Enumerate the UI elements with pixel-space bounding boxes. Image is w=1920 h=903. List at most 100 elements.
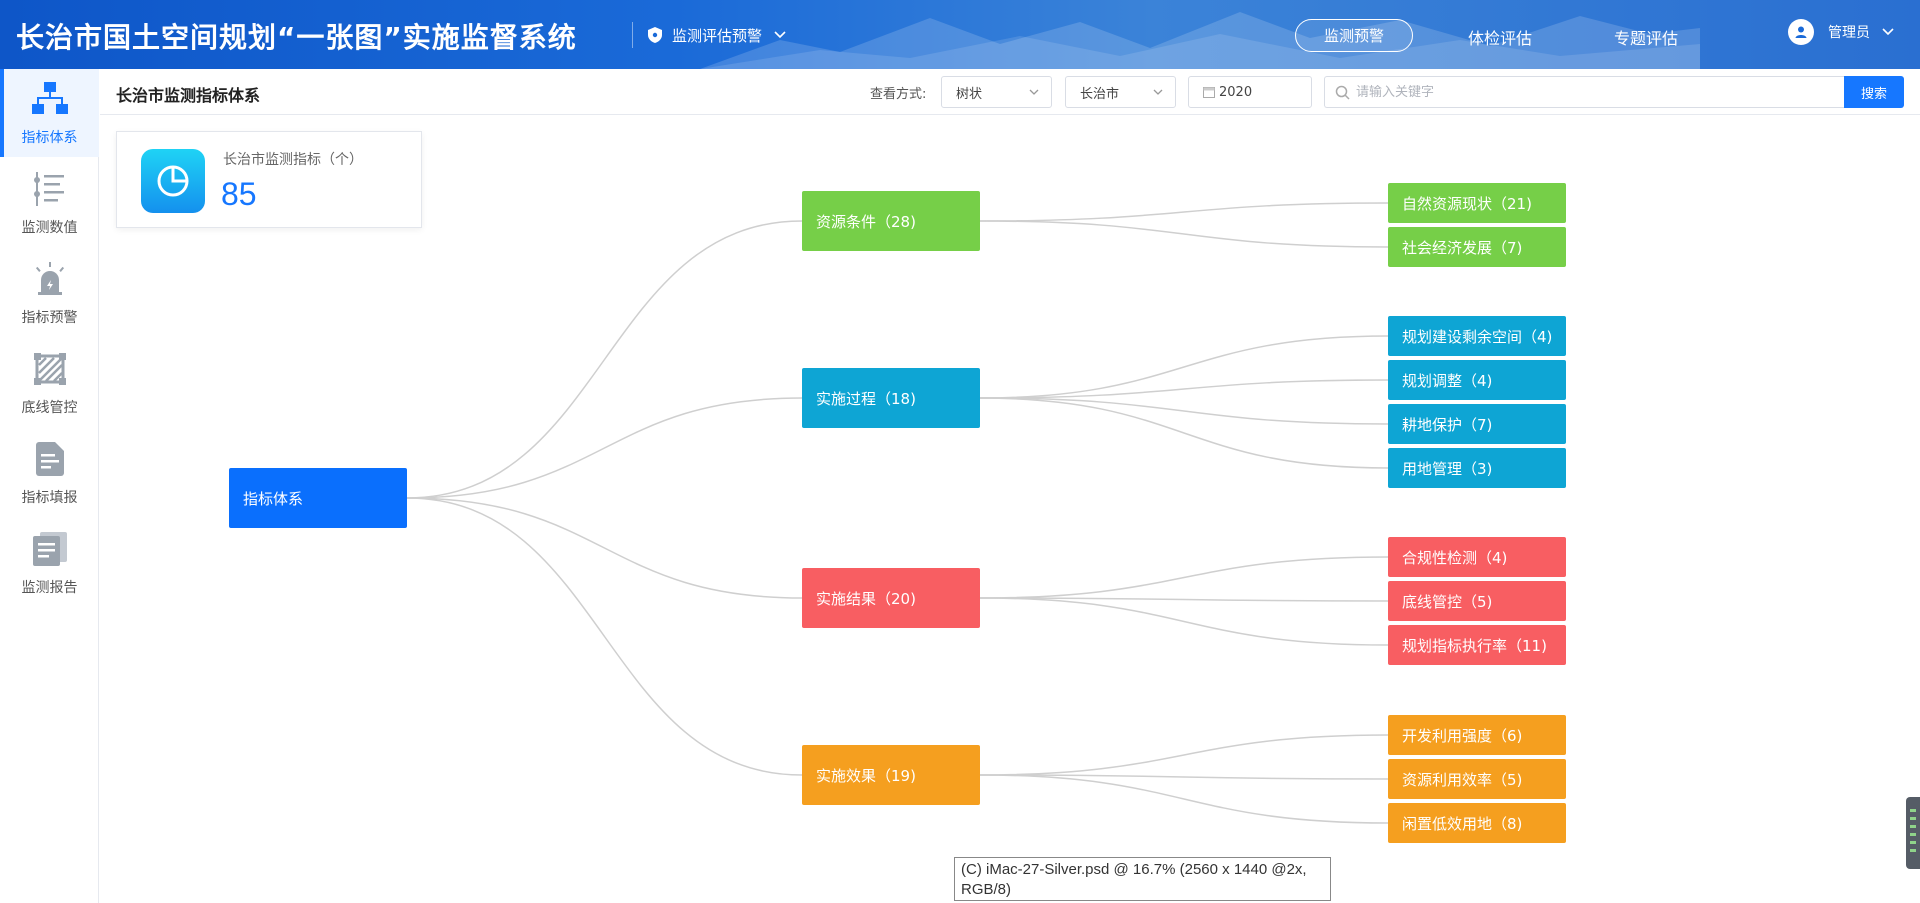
view-mode-label: 查看方式: [870,87,927,102]
tree-connector [979,774,1389,780]
sidebar-item-label: 监测报告 [21,580,78,596]
chevron-down-icon [1153,89,1163,95]
mountain-backdrop [700,12,1700,69]
nav-tab-thematic-assessment[interactable]: 专题评估 [1614,25,1678,49]
edge-scroll-handle[interactable] [1906,797,1920,869]
tree-connector [406,497,803,776]
tree-connector [979,220,1389,248]
top-header: 长治市国土空间规划“一张图”实施监督系统 监测评估预警 监测预警 体检评估 专题… [0,0,1920,69]
tree-node-label: 用地管理（3) [1402,459,1493,478]
user-menu[interactable]: 管理员 [1788,19,1894,45]
toolbar: 长治市监测指标体系 查看方式: 树状 长治市 2020 搜索 [100,69,1920,115]
tree-node-label: 规划调整（4) [1402,371,1493,390]
tree-connector [979,556,1389,599]
tree-connector [979,597,1389,646]
tree-connector [979,397,1389,469]
chevron-down-icon [1882,28,1894,36]
tree-node-implementation-results[interactable]: 实施结果（20) [802,568,980,628]
sidebar-item-indicator-system[interactable]: 指标体系 [0,69,99,157]
tree-leaf-node[interactable]: 合规性检测（4) [1388,537,1566,577]
search-button[interactable]: 搜索 [1844,76,1904,108]
tree-leaf-node[interactable]: 规划调整（4) [1388,360,1566,400]
tree-node-label: 资源利用效率（5) [1402,770,1523,789]
sidebar-item-indicator-fill[interactable]: 指标填报 [0,429,99,517]
tree-leaf-node[interactable]: 资源利用效率（5) [1388,759,1566,799]
report-icon [32,531,68,567]
chevron-down-icon [1029,89,1039,95]
tree-node-resource-conditions[interactable]: 资源条件（28) [802,191,980,251]
tree-leaf-node[interactable]: 闲置低效用地（8) [1388,803,1566,843]
search-input[interactable] [1356,84,1836,100]
boundary-icon [32,351,68,387]
sidebar-item-label: 指标填报 [21,490,78,506]
calendar-icon [1203,87,1215,98]
sidebar-item-label: 底线管控 [21,400,78,416]
view-mode-value: 树状 [956,86,983,102]
tree-connector [979,774,1389,824]
tree-node-label: 闲置低效用地（8) [1402,814,1523,833]
tree-connector [406,397,803,499]
tree-connector [406,497,803,599]
tree-leaf-node[interactable]: 开发利用强度（6) [1388,715,1566,755]
psd-info-label: (C) iMac-27-Silver.psd @ 16.7% (2560 x 1… [954,857,1331,901]
chevron-down-icon [774,31,786,39]
tree-node-label: 实施效果（19) [816,766,916,785]
user-icon [1795,26,1807,38]
tree-leaf-node[interactable]: 用地管理（3) [1388,448,1566,488]
search-field[interactable] [1324,76,1844,108]
pie-chart-icon [141,149,205,213]
tree-node-label: 规划指标执行率（11) [1402,636,1547,655]
psd-info-line: (C) iMac-27-Silver.psd @ 16.7% (2560 x 1… [961,861,1307,878]
module-switcher[interactable]: 监测评估预警 [648,22,786,48]
indicator-count-value: 85 [221,176,257,212]
hierarchy-icon [31,81,68,117]
tree-node-label: 开发利用强度（6) [1402,726,1523,745]
sidebar-item-monitor-report[interactable]: 监测报告 [0,519,99,607]
tree-connector [979,335,1389,399]
year-picker[interactable]: 2020 [1188,76,1312,108]
header-divider [632,22,633,48]
shield-icon [648,27,662,43]
tree-root-node[interactable]: 指标体系 [229,468,407,528]
tree-connector [406,220,803,499]
region-select[interactable]: 长治市 [1065,76,1176,108]
tree-leaf-node[interactable]: 社会经济发展（7) [1388,227,1566,267]
tree-leaf-node[interactable]: 底线管控（5) [1388,581,1566,621]
sidebar-item-monitor-values[interactable]: 监测数值 [0,159,99,247]
module-label: 监测评估预警 [672,26,763,45]
page-title: 长治市监测指标体系 [116,86,261,105]
tree-connector [979,734,1389,776]
tree-connector [979,397,1389,425]
nav-tab-monitoring-warning[interactable]: 监测预警 [1295,19,1413,52]
sidebar-item-label: 指标预警 [21,310,78,326]
tree-node-label: 社会经济发展（7) [1402,238,1523,257]
region-value: 长治市 [1080,86,1120,102]
tree-node-label: 规划建设剩余空间（4) [1402,327,1553,346]
sidebar-item-label: 指标体系 [21,130,78,146]
form-icon [32,441,68,477]
app-title: 长治市国土空间规划“一张图”实施监督系统 [16,21,577,54]
tree-leaf-node[interactable]: 规划指标执行率（11) [1388,625,1566,665]
sidebar-item-baseline-control[interactable]: 底线管控 [0,339,99,427]
avatar [1788,19,1814,45]
tree-leaf-node[interactable]: 规划建设剩余空间（4) [1388,316,1566,356]
sidebar-item-indicator-warning[interactable]: 指标预警 [0,249,99,337]
tree-node-label: 实施结果（20) [816,589,916,608]
list-settings-icon [32,171,68,207]
indicator-count-label: 长治市监测指标（个） [223,152,363,168]
nav-tab-health-assessment[interactable]: 体检评估 [1468,25,1532,49]
tree-node-implementation-effects[interactable]: 实施效果（19) [802,745,980,805]
tree-node-label: 指标体系 [243,489,304,508]
tree-node-label: 实施过程（18) [816,389,916,408]
tree-node-implementation-process[interactable]: 实施过程（18) [802,368,980,428]
tree-leaf-node[interactable]: 耕地保护（7) [1388,404,1566,444]
tree-node-label: 资源条件（28) [816,212,916,231]
tree-connector [979,202,1389,222]
tree-leaf-node[interactable]: 自然资源现状（21) [1388,183,1566,223]
indicator-count-card: 长治市监测指标（个） 85 [116,131,422,228]
tree-node-label: 自然资源现状（21) [1402,194,1532,213]
user-name: 管理员 [1828,25,1870,41]
view-mode-select[interactable]: 树状 [941,76,1052,108]
tree-connector [979,379,1389,399]
tree-node-label: 底线管控（5) [1402,592,1493,611]
